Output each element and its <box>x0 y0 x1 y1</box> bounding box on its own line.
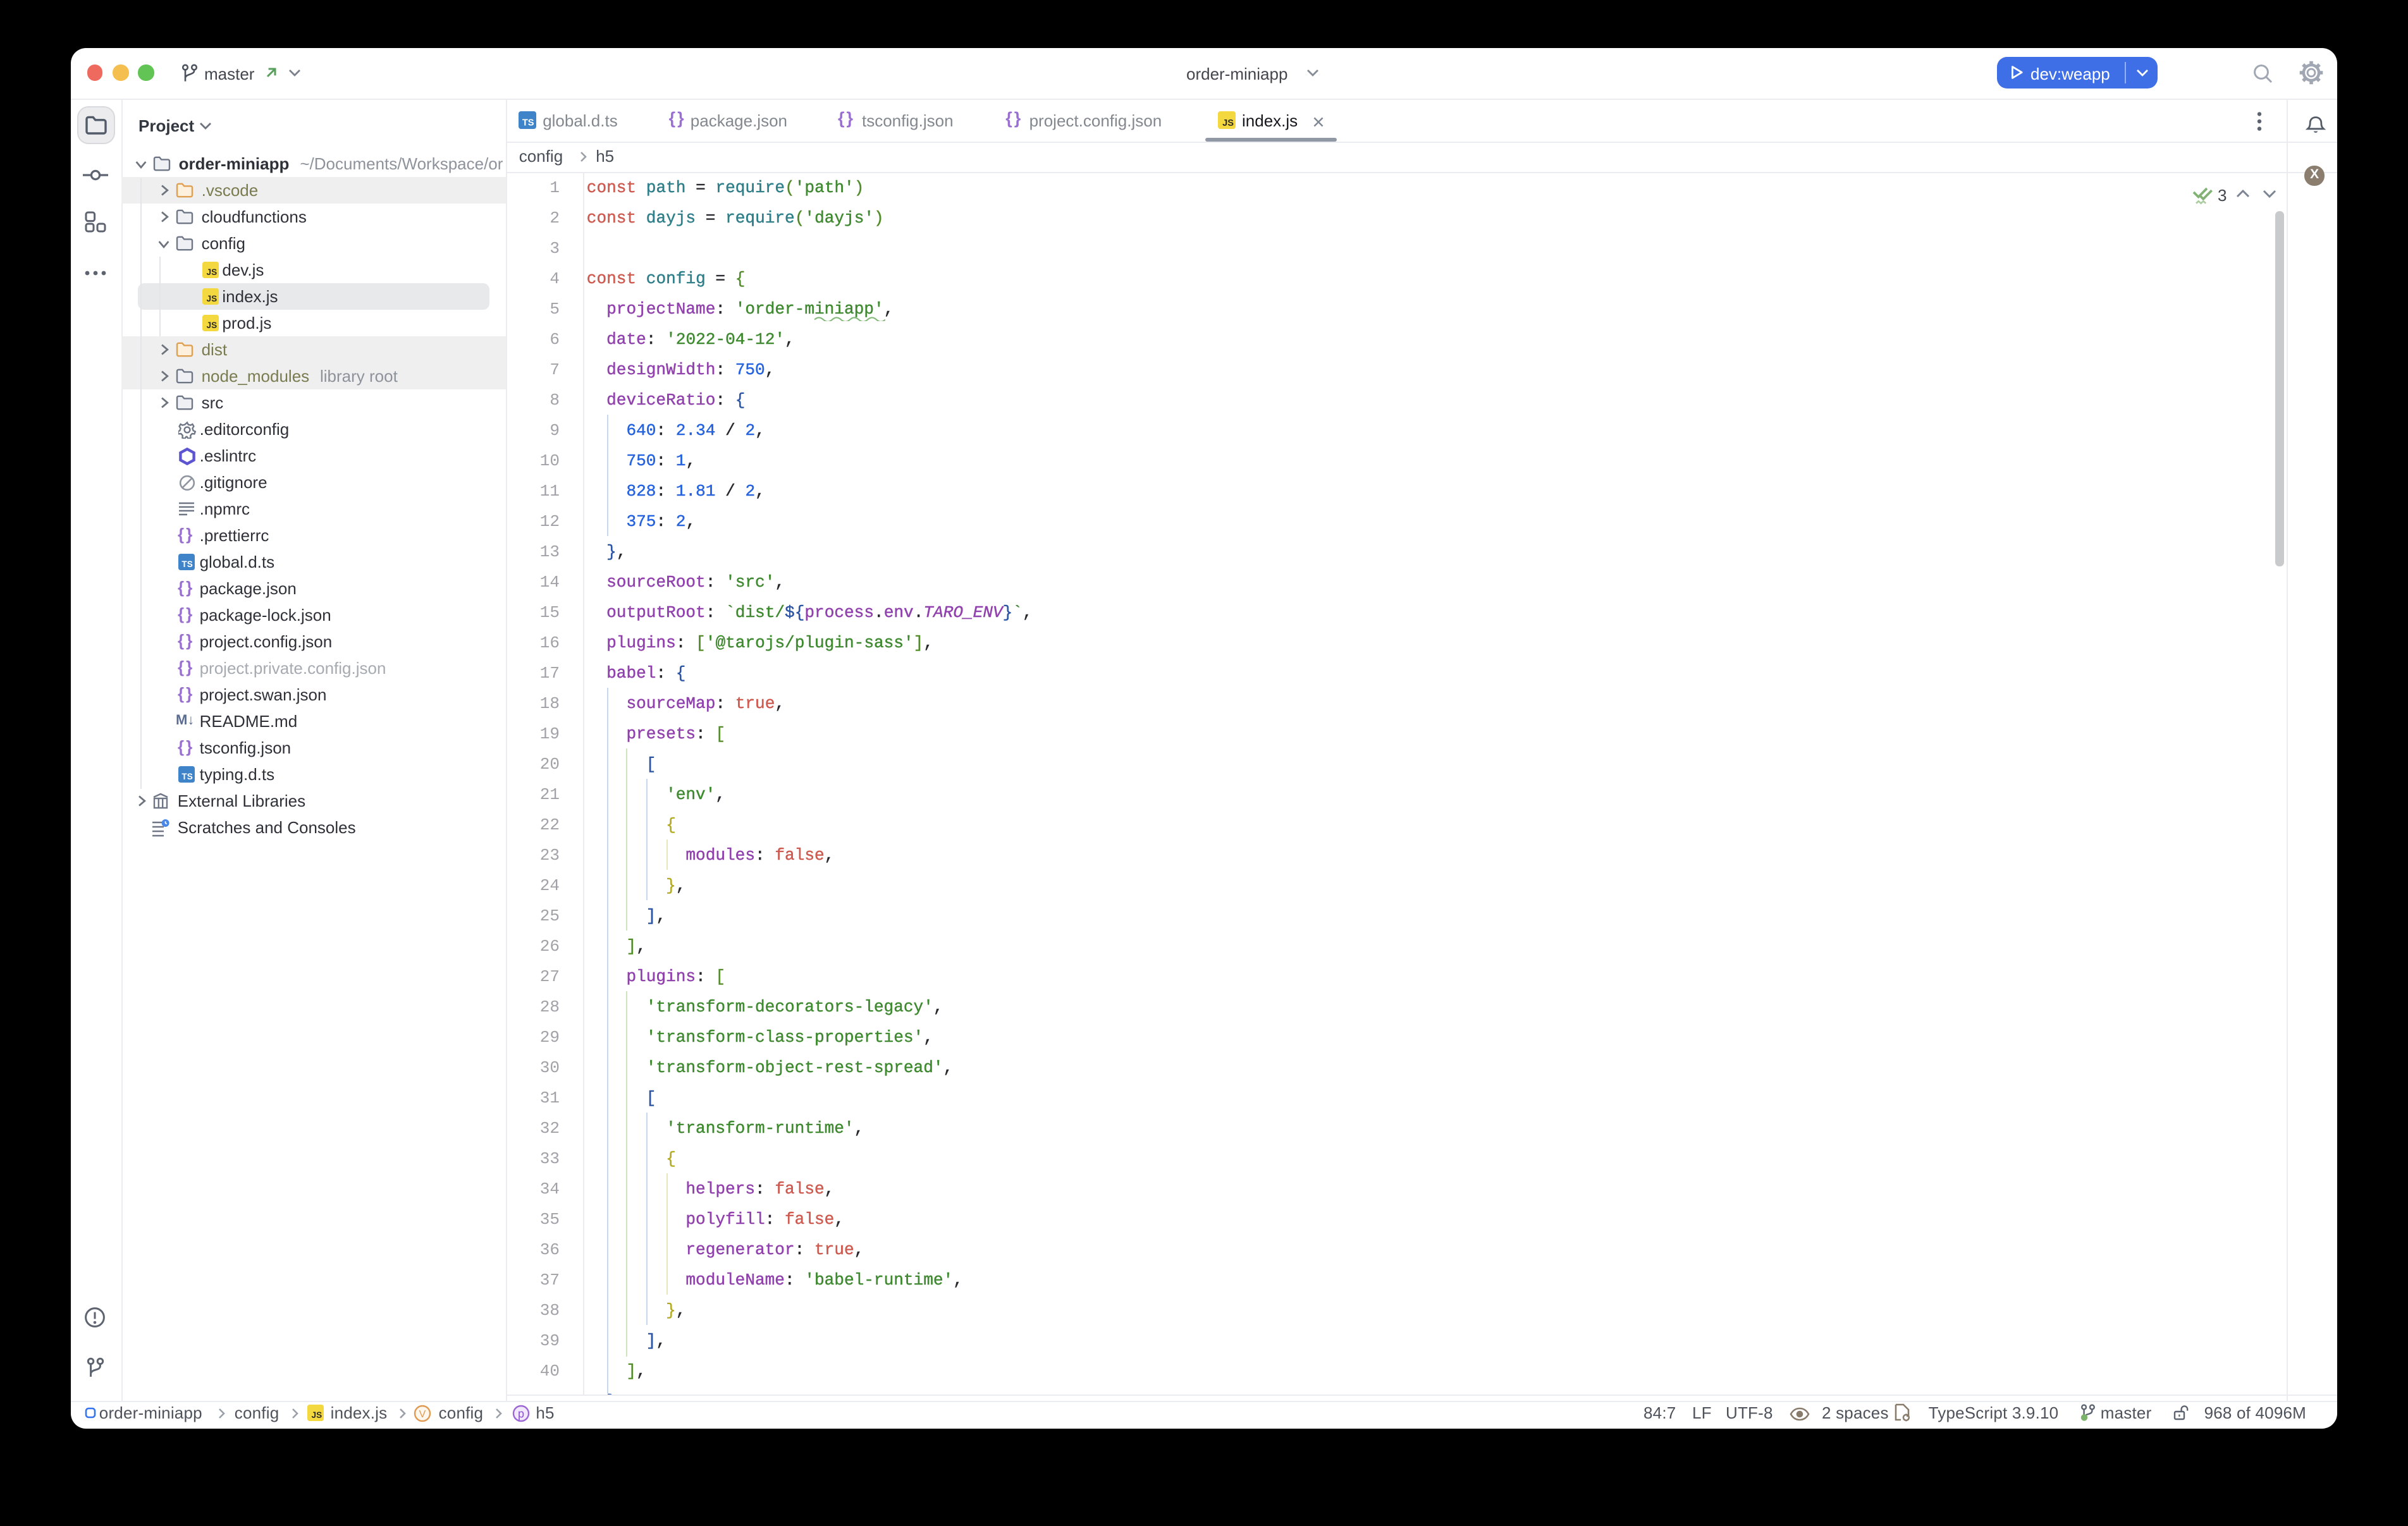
svg-text:JS: JS <box>311 1410 322 1420</box>
svg-text:JS: JS <box>1223 118 1234 128</box>
svg-text:TS: TS <box>181 772 192 781</box>
svg-text:TS: TS <box>181 559 192 569</box>
svg-text:JS: JS <box>206 321 217 331</box>
svg-text:V: V <box>419 1408 426 1419</box>
svg-text:JS: JS <box>206 268 217 278</box>
svg-text:JS: JS <box>206 295 217 304</box>
svg-text:p: p <box>517 1407 524 1420</box>
svg-text:TS: TS <box>523 118 535 128</box>
